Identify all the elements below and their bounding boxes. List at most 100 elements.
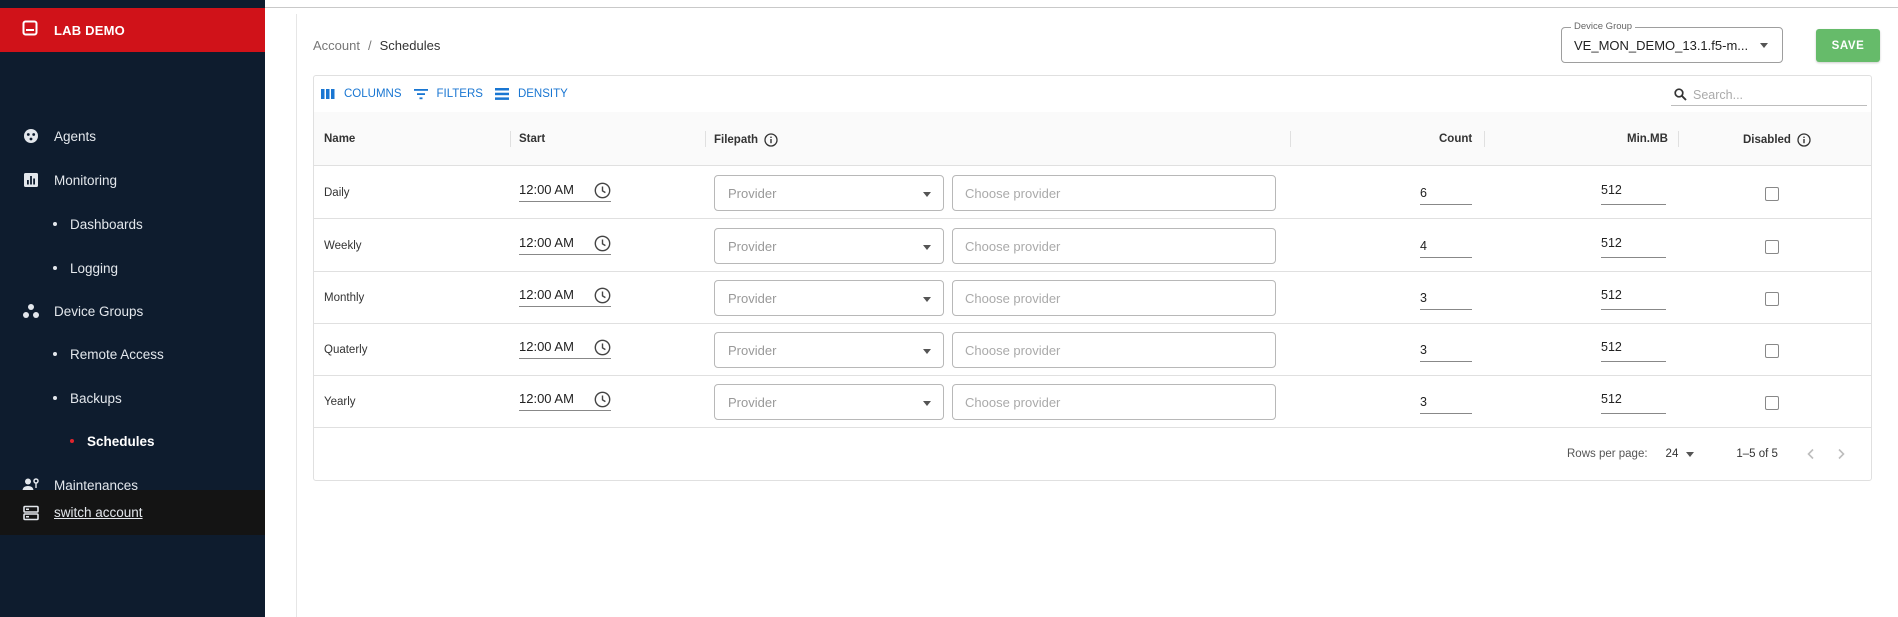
provider-select[interactable]: Provider	[714, 280, 944, 316]
start-time-field[interactable]: 12:00 AM	[519, 285, 611, 307]
start-time-field[interactable]: 12:00 AM	[519, 389, 611, 411]
choose-provider-input[interactable]: Choose provider	[952, 332, 1276, 368]
column-separator[interactable]	[510, 131, 511, 147]
device-group-select[interactable]: Device Group VE_MON_DEMO_13.1.f5-m...	[1561, 21, 1783, 63]
grid-toolbar: COLUMNS FILTERS DENSITY	[321, 86, 580, 102]
count-field[interactable]: 3	[1420, 336, 1472, 362]
next-page-icon[interactable]	[1836, 448, 1846, 460]
save-button[interactable]: SAVE	[1816, 29, 1880, 62]
start-time-value: 12:00 AM	[519, 391, 574, 406]
disabled-checkbox[interactable]	[1765, 292, 1779, 306]
info-icon[interactable]	[764, 133, 778, 147]
density-button[interactable]: DENSITY	[494, 87, 568, 101]
bullet-icon	[53, 266, 57, 270]
choose-provider-input[interactable]: Choose provider	[952, 384, 1276, 420]
column-count-label: Count	[1439, 133, 1473, 145]
choose-provider-input[interactable]: Choose provider	[952, 228, 1276, 264]
start-time-field[interactable]: 12:00 AM	[519, 337, 611, 359]
minmb-field[interactable]: 512	[1601, 179, 1666, 205]
table-row[interactable]: Yearly 12:00 AM Provider Choose provider…	[314, 376, 1871, 428]
choose-provider-input[interactable]: Choose provider	[952, 175, 1276, 211]
column-header-minmb[interactable]: Min.MB	[1627, 133, 1668, 145]
sidebar-item-agents[interactable]: Agents	[0, 118, 265, 154]
choose-provider-input[interactable]: Choose provider	[952, 280, 1276, 316]
column-separator[interactable]	[1484, 131, 1485, 147]
count-field[interactable]: 4	[1420, 232, 1472, 258]
table-row[interactable]: Daily 12:00 AM Provider Choose provider …	[314, 167, 1871, 219]
table-row[interactable]: Weekly 12:00 AM Provider Choose provider…	[314, 220, 1871, 272]
switch-account-label: switch account	[54, 505, 143, 520]
disabled-checkbox[interactable]	[1765, 344, 1779, 358]
sidebar-item-monitoring[interactable]: Monitoring	[0, 162, 265, 198]
provider-select[interactable]: Provider	[714, 175, 944, 211]
column-header-start[interactable]: Start	[519, 133, 545, 145]
sidebar-item-label: Logging	[70, 260, 119, 276]
provider-select[interactable]: Provider	[714, 332, 944, 368]
minmb-field[interactable]: 512	[1601, 388, 1666, 414]
row-name: Monthly	[324, 292, 365, 304]
sidebar-item-schedules[interactable]: Schedules	[0, 423, 265, 459]
minmb-field[interactable]: 512	[1601, 336, 1666, 362]
previous-page-icon[interactable]	[1806, 448, 1816, 460]
choose-provider-placeholder: Choose provider	[965, 186, 1061, 201]
minmb-field[interactable]: 512	[1601, 232, 1666, 258]
sidebar-item-logging[interactable]: Logging	[0, 250, 265, 286]
sidebar-item-backups[interactable]: Backups	[0, 380, 265, 416]
rows-per-page-select[interactable]: 24	[1666, 448, 1695, 460]
sidebar-top-strip	[0, 0, 265, 8]
columns-icon	[321, 88, 335, 100]
column-name-label: Name	[324, 133, 356, 145]
clock-icon[interactable]	[594, 182, 611, 204]
sidebar-item-dashboards[interactable]: Dashboards	[0, 206, 265, 242]
count-value: 3	[1420, 395, 1427, 409]
table-row[interactable]: Monthly 12:00 AM Provider Choose provide…	[314, 272, 1871, 324]
filters-button[interactable]: FILTERS	[413, 88, 483, 100]
provider-select-value: Provider	[728, 186, 777, 201]
column-header-count[interactable]: Count	[1439, 133, 1472, 145]
agents-icon	[22, 127, 40, 145]
breadcrumb-account[interactable]: Account	[313, 38, 360, 53]
switch-account-link[interactable]: switch account	[0, 490, 265, 535]
column-start-label: Start	[519, 133, 546, 145]
count-field[interactable]: 6	[1420, 179, 1472, 205]
clock-icon[interactable]	[594, 235, 611, 257]
start-time-field[interactable]: 12:00 AM	[519, 180, 611, 202]
table-row[interactable]: Quaterly 12:00 AM Provider Choose provid…	[314, 324, 1871, 376]
sidebar-item-device-groups[interactable]: Device Groups	[0, 293, 265, 329]
dropdown-arrow-icon	[1686, 451, 1695, 457]
count-field[interactable]: 3	[1420, 388, 1472, 414]
page-nav	[1806, 448, 1866, 460]
start-time-field[interactable]: 12:00 AM	[519, 233, 611, 255]
clock-icon[interactable]	[594, 287, 611, 309]
provider-select[interactable]: Provider	[714, 384, 944, 420]
count-field[interactable]: 3	[1420, 284, 1472, 310]
count-value: 3	[1420, 291, 1427, 305]
disabled-checkbox[interactable]	[1765, 187, 1779, 201]
columns-button[interactable]: COLUMNS	[321, 88, 402, 100]
disabled-checkbox[interactable]	[1765, 396, 1779, 410]
device-groups-icon	[22, 302, 40, 320]
bullet-icon	[53, 222, 57, 226]
disabled-checkbox[interactable]	[1765, 240, 1779, 254]
clock-icon[interactable]	[594, 339, 611, 361]
provider-select[interactable]: Provider	[714, 228, 944, 264]
column-header-filepath[interactable]: Filepath	[714, 133, 778, 147]
brand-header[interactable]: LAB DEMO	[0, 8, 265, 52]
search-placeholder: Search...	[1693, 87, 1744, 102]
breadcrumb-separator: /	[367, 38, 372, 53]
minmb-value: 512	[1601, 236, 1622, 250]
column-separator[interactable]	[705, 131, 706, 147]
sidebar-item-remote-access[interactable]: Remote Access	[0, 336, 265, 372]
minmb-field[interactable]: 512	[1601, 284, 1666, 310]
column-header-name[interactable]: Name	[324, 133, 355, 145]
sidebar-item-label: Agents	[54, 128, 97, 144]
sidebar-item-label: Remote Access	[70, 346, 164, 362]
info-icon[interactable]	[1797, 133, 1811, 147]
search-input[interactable]: Search...	[1671, 84, 1867, 106]
minmb-value: 512	[1601, 288, 1622, 302]
column-header-disabled[interactable]: Disabled	[1743, 133, 1811, 147]
column-separator[interactable]	[1290, 131, 1291, 147]
column-separator[interactable]	[1678, 131, 1679, 147]
clock-icon[interactable]	[594, 391, 611, 413]
row-name: Yearly	[324, 396, 356, 408]
